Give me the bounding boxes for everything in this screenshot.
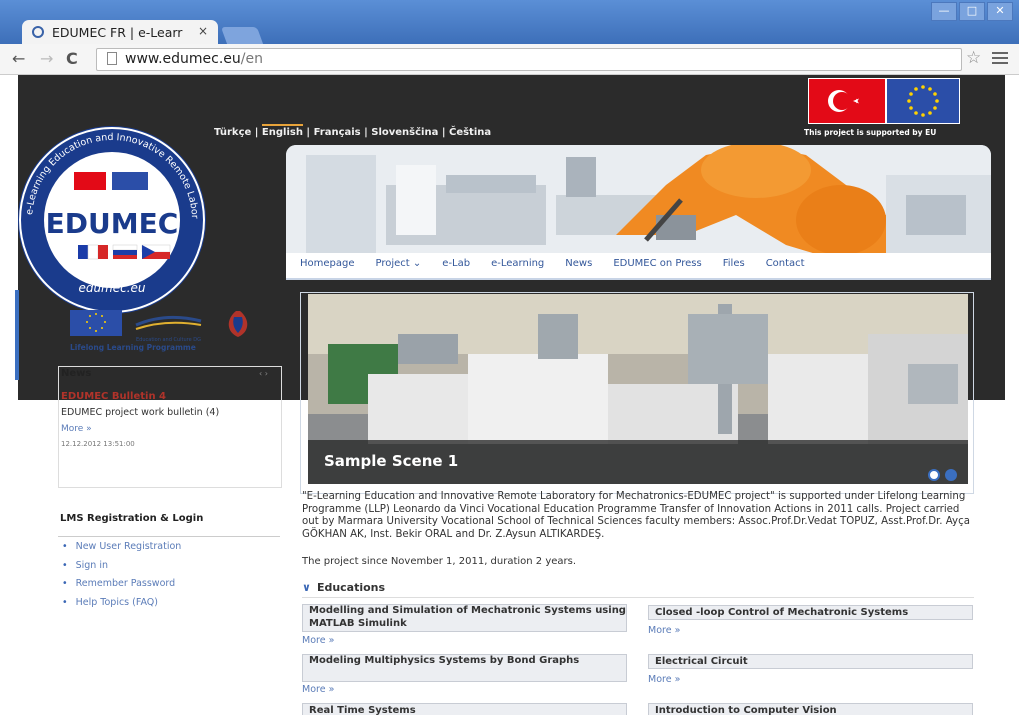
educations-title: Educations [316, 581, 386, 594]
turkey-flag-icon [808, 78, 886, 124]
educations-header: ∨ Educations [302, 581, 974, 598]
browser-menu-icon[interactable] [992, 49, 1008, 67]
lang-czech[interactable]: Čeština [449, 127, 491, 138]
forward-arrow-icon[interactable]: → [40, 49, 53, 68]
eu-flag-icon [886, 78, 960, 124]
window-edge-accent [15, 290, 19, 380]
nav-project[interactable]: Project ⌄ [376, 258, 422, 269]
slider-caption-bar: Sample Scene 1 [308, 440, 968, 484]
lang-french[interactable]: Français [314, 127, 361, 138]
chevron-down-icon: ∨ [302, 581, 311, 594]
course-computer-vision[interactable]: Introduction to Computer Vision [648, 703, 973, 715]
page-icon [107, 52, 117, 65]
llp-text: Lifelong Learning Programme [70, 343, 196, 352]
lang-slovenian[interactable]: Slovenščina [371, 127, 438, 138]
news-widget: News ‹ › EDUMEC Bulletin 4 EDUMEC projec… [58, 366, 282, 488]
news-date: 12.12.2012 13:51:00 [61, 440, 135, 448]
news-item-title[interactable]: EDUMEC Bulletin 4 [61, 391, 166, 402]
course-real-time-systems[interactable]: Real Time Systems [302, 703, 627, 715]
image-slider[interactable]: Sample Scene 1 [308, 294, 968, 484]
course-matlab-simulink[interactable]: Modelling and Simulation of Mechatronic … [302, 604, 627, 632]
new-tab-button[interactable] [220, 27, 264, 44]
lang-turkish[interactable]: Türkçe [214, 127, 251, 138]
course-more-link[interactable]: More » [302, 684, 334, 695]
eu-support-text: This project is supported by EU [804, 128, 937, 137]
lms-title: LMS Registration & Login [60, 513, 204, 524]
language-bar: Türkçe | English | Français | Slovenščin… [214, 124, 491, 138]
url-text[interactable]: www.edumec.eu/en [125, 51, 263, 67]
nav-contact[interactable]: Contact [766, 258, 805, 269]
nav-news[interactable]: News [565, 258, 592, 269]
remember-password-link[interactable]: Remember Password [62, 578, 181, 597]
browser-toolbar: ← → C www.edumec.eu/en [0, 44, 1019, 75]
window-controls: — □ ✕ [931, 2, 1013, 22]
lms-header: LMS Registration & Login [58, 512, 280, 537]
course-bond-graphs[interactable]: Modeling Multiphysics Systems by Bond Gr… [302, 654, 627, 682]
nav-files[interactable]: Files [723, 258, 745, 269]
course-more-link[interactable]: More » [648, 625, 680, 636]
course-more-link[interactable]: More » [648, 674, 680, 685]
project-duration: The project since November 1, 2011, dura… [302, 556, 577, 567]
lms-links: New User Registration Sign in Remember P… [62, 541, 182, 616]
slider-dot-2[interactable] [945, 469, 957, 481]
course-closed-loop-control[interactable]: Closed -loop Control of Mechatronic Syst… [648, 605, 973, 620]
minimize-button[interactable]: — [931, 2, 957, 21]
news-title: News [61, 368, 92, 379]
logo-site: edumec.eu [78, 281, 145, 295]
chrome-globe-icon [32, 26, 44, 38]
edumec-logo[interactable]: e-Learning Education and Innovative Remo… [18, 112, 212, 320]
header-banner-image [286, 145, 991, 263]
tab-close-button[interactable]: × [198, 24, 208, 38]
logo-name: EDUMEC [46, 207, 179, 240]
slider-caption: Sample Scene 1 [324, 452, 459, 470]
maximize-button[interactable]: □ [959, 2, 985, 21]
project-description: "E-Learning Education and Innovative Rem… [302, 491, 970, 540]
news-nav-arrows[interactable]: ‹ › [259, 369, 268, 378]
browser-tab[interactable]: EDUMEC FR | e-Learr × [22, 20, 218, 46]
main-nav: Homepage Project ⌄ e-Lab e-Learning News… [286, 253, 991, 280]
news-more-link[interactable]: More » [61, 424, 92, 434]
nav-edumec-on-press[interactable]: EDUMEC on Press [613, 258, 701, 269]
course-electrical-circuit[interactable]: Electrical Circuit [648, 654, 973, 669]
slider-dot-1[interactable] [928, 469, 940, 481]
web-page: Türkçe | English | Français | Slovenščin… [18, 75, 1005, 715]
nav-elab[interactable]: e-Lab [442, 258, 470, 269]
new-user-registration-link[interactable]: New User Registration [62, 541, 182, 560]
back-arrow-icon[interactable]: ← [12, 49, 25, 68]
nav-elearning[interactable]: e-Learning [491, 258, 544, 269]
lang-english[interactable]: English [261, 124, 303, 138]
sign-in-link[interactable]: Sign in [62, 560, 181, 579]
help-topics-link[interactable]: Help Topics (FAQ) [62, 597, 181, 616]
news-item-text: EDUMEC project work bulletin (4) [61, 407, 220, 418]
tab-title: EDUMEC FR | e-Learr [52, 25, 183, 40]
close-window-button[interactable]: ✕ [987, 2, 1013, 21]
nav-homepage[interactable]: Homepage [300, 258, 355, 269]
address-bar[interactable]: www.edumec.eu/en [96, 48, 962, 71]
course-more-link[interactable]: More » [302, 635, 334, 646]
reload-icon[interactable]: C [66, 49, 78, 68]
bookmark-star-icon[interactable]: ☆ [966, 48, 981, 68]
